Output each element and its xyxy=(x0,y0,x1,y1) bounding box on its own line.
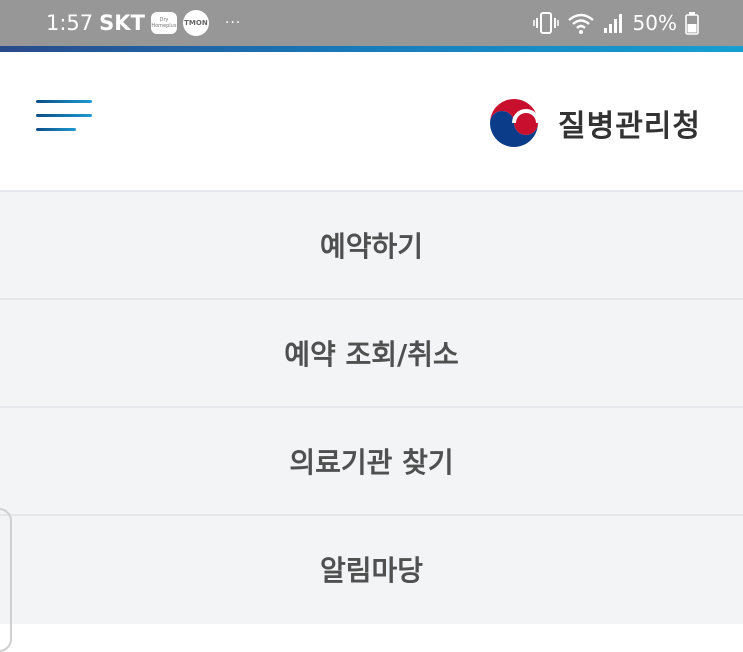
tmon-badge-text: TMON xyxy=(184,19,208,27)
menu-item-label: 예약하기 xyxy=(319,230,424,263)
menu-item-reservation-lookup[interactable]: 예약 조회/취소 xyxy=(0,298,743,406)
menu-item-label: 예약 조회/취소 xyxy=(284,338,459,371)
menu-item-label: 의료기관 찾기 xyxy=(289,446,454,479)
app-header: 질병관리청 xyxy=(0,52,743,190)
homeplus-badge-text: Dry Homeplus xyxy=(151,17,177,29)
status-right: 50% xyxy=(532,0,699,46)
edge-panel-handle[interactable] xyxy=(0,508,12,652)
status-carrier: SKT xyxy=(99,11,145,35)
homeplus-notification-icon: Dry Homeplus xyxy=(150,12,177,34)
status-left: 1:57 SKT Dry Homeplus TMON ··· xyxy=(46,0,241,46)
more-notifications-icon: ··· xyxy=(224,15,242,31)
menu-item-reserve[interactable]: 예약하기 xyxy=(0,190,743,298)
hamburger-icon[interactable] xyxy=(36,98,92,134)
battery-percent: 50% xyxy=(632,11,677,35)
kdca-logo[interactable]: 질병관리청 xyxy=(484,94,701,152)
status-bar: 1:57 SKT Dry Homeplus TMON ··· 50% xyxy=(0,0,743,46)
main-menu: 예약하기 예약 조회/취소 의료기관 찾기 알림마당 xyxy=(0,190,743,624)
vibrate-icon xyxy=(532,12,559,34)
wifi-icon xyxy=(567,13,594,34)
org-name: 질병관리청 xyxy=(558,109,701,144)
korea-gov-logo-icon xyxy=(486,95,542,151)
menu-item-find-clinic[interactable]: 의료기관 찾기 xyxy=(0,406,743,514)
menu-item-notices[interactable]: 알림마당 xyxy=(0,514,743,622)
status-time: 1:57 xyxy=(46,11,94,35)
signal-icon xyxy=(603,14,622,33)
menu-item-label: 알림마당 xyxy=(319,554,424,587)
tmon-notification-icon: TMON xyxy=(182,10,209,36)
battery-icon xyxy=(685,12,699,35)
